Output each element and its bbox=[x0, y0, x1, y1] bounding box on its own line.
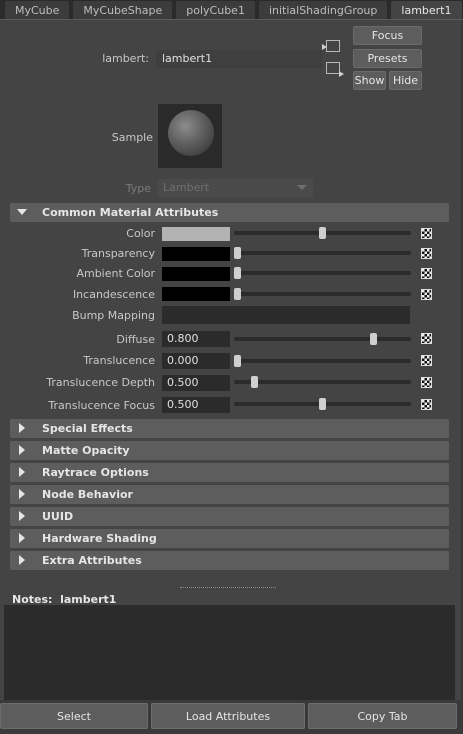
show-button[interactable]: Show bbox=[353, 71, 386, 90]
collapsed-triangle-icon bbox=[19, 423, 25, 433]
transparency-slider-handle[interactable] bbox=[234, 247, 241, 259]
section-uuid[interactable]: UUID bbox=[10, 507, 449, 526]
collapsed-triangle-icon bbox=[19, 489, 25, 499]
diffuse-slider[interactable] bbox=[234, 333, 411, 345]
translucence-focus-label: Translucence Focus bbox=[48, 399, 155, 412]
section-hardware-shading[interactable]: Hardware Shading bbox=[10, 529, 449, 548]
collapsed-triangle-icon bbox=[19, 555, 25, 565]
presets-button[interactable]: Presets bbox=[353, 49, 422, 68]
output-connections-icon[interactable] bbox=[326, 62, 344, 77]
collapsed-triangle-icon bbox=[19, 533, 25, 543]
notes-textarea[interactable] bbox=[4, 605, 455, 702]
section-title: Common Material Attributes bbox=[42, 206, 219, 219]
bump-mapping-field[interactable] bbox=[162, 306, 410, 324]
translucence-depth-map-button[interactable] bbox=[421, 377, 432, 388]
tab-initialshadinggroup[interactable]: initialShadingGroup bbox=[257, 0, 389, 19]
collapsed-triangle-icon bbox=[19, 511, 25, 521]
focus-button[interactable]: Focus bbox=[353, 26, 422, 45]
footer-bar: Select Load Attributes Copy Tab bbox=[0, 700, 463, 734]
type-label: Type bbox=[125, 182, 151, 195]
translucence-focus-slider[interactable] bbox=[234, 398, 411, 410]
translucence-map-button[interactable] bbox=[421, 355, 432, 366]
translucence-slider[interactable] bbox=[234, 355, 411, 367]
incandescence-map-button[interactable] bbox=[421, 289, 432, 300]
section-title: Hardware Shading bbox=[42, 532, 157, 545]
ambient-color-slider-handle[interactable] bbox=[234, 267, 241, 279]
attribute-editor-panel: lambert: lambert1 Focus Presets Show Hid… bbox=[0, 20, 463, 702]
expanded-triangle-icon bbox=[17, 209, 27, 215]
material-sample-swatch bbox=[158, 104, 222, 168]
section-matte-opacity[interactable]: Matte Opacity bbox=[10, 441, 449, 460]
transparency-map-button[interactable] bbox=[421, 248, 432, 259]
hide-button[interactable]: Hide bbox=[389, 71, 422, 90]
section-title: Extra Attributes bbox=[42, 554, 142, 567]
color-slider[interactable] bbox=[234, 227, 411, 239]
collapsed-triangle-icon bbox=[19, 445, 25, 455]
translucence-focus-slider-handle[interactable] bbox=[319, 398, 326, 410]
tab-mycube[interactable]: MyCube bbox=[4, 0, 71, 19]
section-common-material-attributes[interactable]: Common Material Attributes bbox=[10, 203, 449, 222]
select-button[interactable]: Select bbox=[0, 703, 148, 729]
translucence-label: Translucence bbox=[83, 354, 155, 367]
section-title: Raytrace Options bbox=[42, 466, 149, 479]
section-title: Matte Opacity bbox=[42, 444, 130, 457]
bump-mapping-label: Bump Mapping bbox=[72, 309, 155, 322]
section-title: Node Behavior bbox=[42, 488, 133, 501]
copy-tab-button[interactable]: Copy Tab bbox=[308, 703, 457, 729]
sample-sphere bbox=[168, 110, 214, 156]
section-special-effects[interactable]: Special Effects bbox=[10, 419, 449, 438]
diffuse-slider-handle[interactable] bbox=[370, 333, 377, 345]
chevron-down-icon bbox=[297, 185, 307, 190]
ambient-color-swatch[interactable] bbox=[162, 267, 230, 281]
transparency-swatch[interactable] bbox=[162, 247, 230, 261]
translucence-focus-field[interactable]: 0.500 bbox=[162, 397, 230, 413]
tab-bar: MyCube MyCubeShape polyCube1 initialShad… bbox=[0, 0, 463, 20]
section-title: UUID bbox=[42, 510, 74, 523]
type-value: Lambert bbox=[163, 181, 210, 194]
color-map-button[interactable] bbox=[421, 228, 432, 239]
input-connections-icon[interactable] bbox=[322, 40, 340, 52]
diffuse-map-button[interactable] bbox=[421, 333, 432, 344]
diffuse-field[interactable]: 0.800 bbox=[162, 331, 230, 347]
tab-mycubeshape[interactable]: MyCubeShape bbox=[72, 0, 174, 19]
diffuse-label: Diffuse bbox=[116, 333, 155, 346]
node-type-label: lambert: bbox=[102, 52, 149, 65]
incandescence-slider[interactable] bbox=[234, 288, 411, 300]
collapsed-triangle-icon bbox=[19, 467, 25, 477]
load-attributes-button[interactable]: Load Attributes bbox=[151, 703, 305, 729]
translucence-depth-field[interactable]: 0.500 bbox=[162, 375, 230, 391]
node-name-field[interactable]: lambert1 bbox=[156, 50, 322, 68]
ambient-color-map-button[interactable] bbox=[421, 268, 432, 279]
incandescence-swatch[interactable] bbox=[162, 287, 230, 301]
translucence-field[interactable]: 0.000 bbox=[162, 353, 230, 369]
ambient-color-slider[interactable] bbox=[234, 267, 411, 279]
transparency-slider[interactable] bbox=[234, 247, 411, 259]
translucence-slider-handle[interactable] bbox=[234, 355, 241, 367]
transparency-label: Transparency bbox=[81, 247, 155, 260]
translucence-depth-slider[interactable] bbox=[234, 376, 411, 388]
color-slider-handle[interactable] bbox=[319, 227, 326, 239]
color-label: Color bbox=[126, 227, 155, 240]
type-dropdown[interactable]: Lambert bbox=[158, 179, 313, 197]
section-node-behavior[interactable]: Node Behavior bbox=[10, 485, 449, 504]
section-title: Special Effects bbox=[42, 422, 133, 435]
ambient-color-label: Ambient Color bbox=[76, 267, 155, 280]
sample-label: Sample bbox=[111, 131, 153, 144]
color-swatch[interactable] bbox=[162, 227, 230, 241]
tab-polycube1[interactable]: polyCube1 bbox=[175, 0, 256, 19]
section-extra-attributes[interactable]: Extra Attributes bbox=[10, 551, 449, 570]
incandescence-slider-handle[interactable] bbox=[234, 288, 241, 300]
translucence-focus-map-button[interactable] bbox=[421, 399, 432, 410]
tab-lambert1[interactable]: lambert1 bbox=[390, 0, 463, 19]
translucence-depth-label: Translucence Depth bbox=[46, 376, 155, 389]
incandescence-label: Incandescence bbox=[72, 288, 155, 301]
translucence-depth-slider-handle[interactable] bbox=[251, 376, 258, 388]
section-raytrace-options[interactable]: Raytrace Options bbox=[10, 463, 449, 482]
pane-splitter[interactable] bbox=[180, 587, 276, 588]
